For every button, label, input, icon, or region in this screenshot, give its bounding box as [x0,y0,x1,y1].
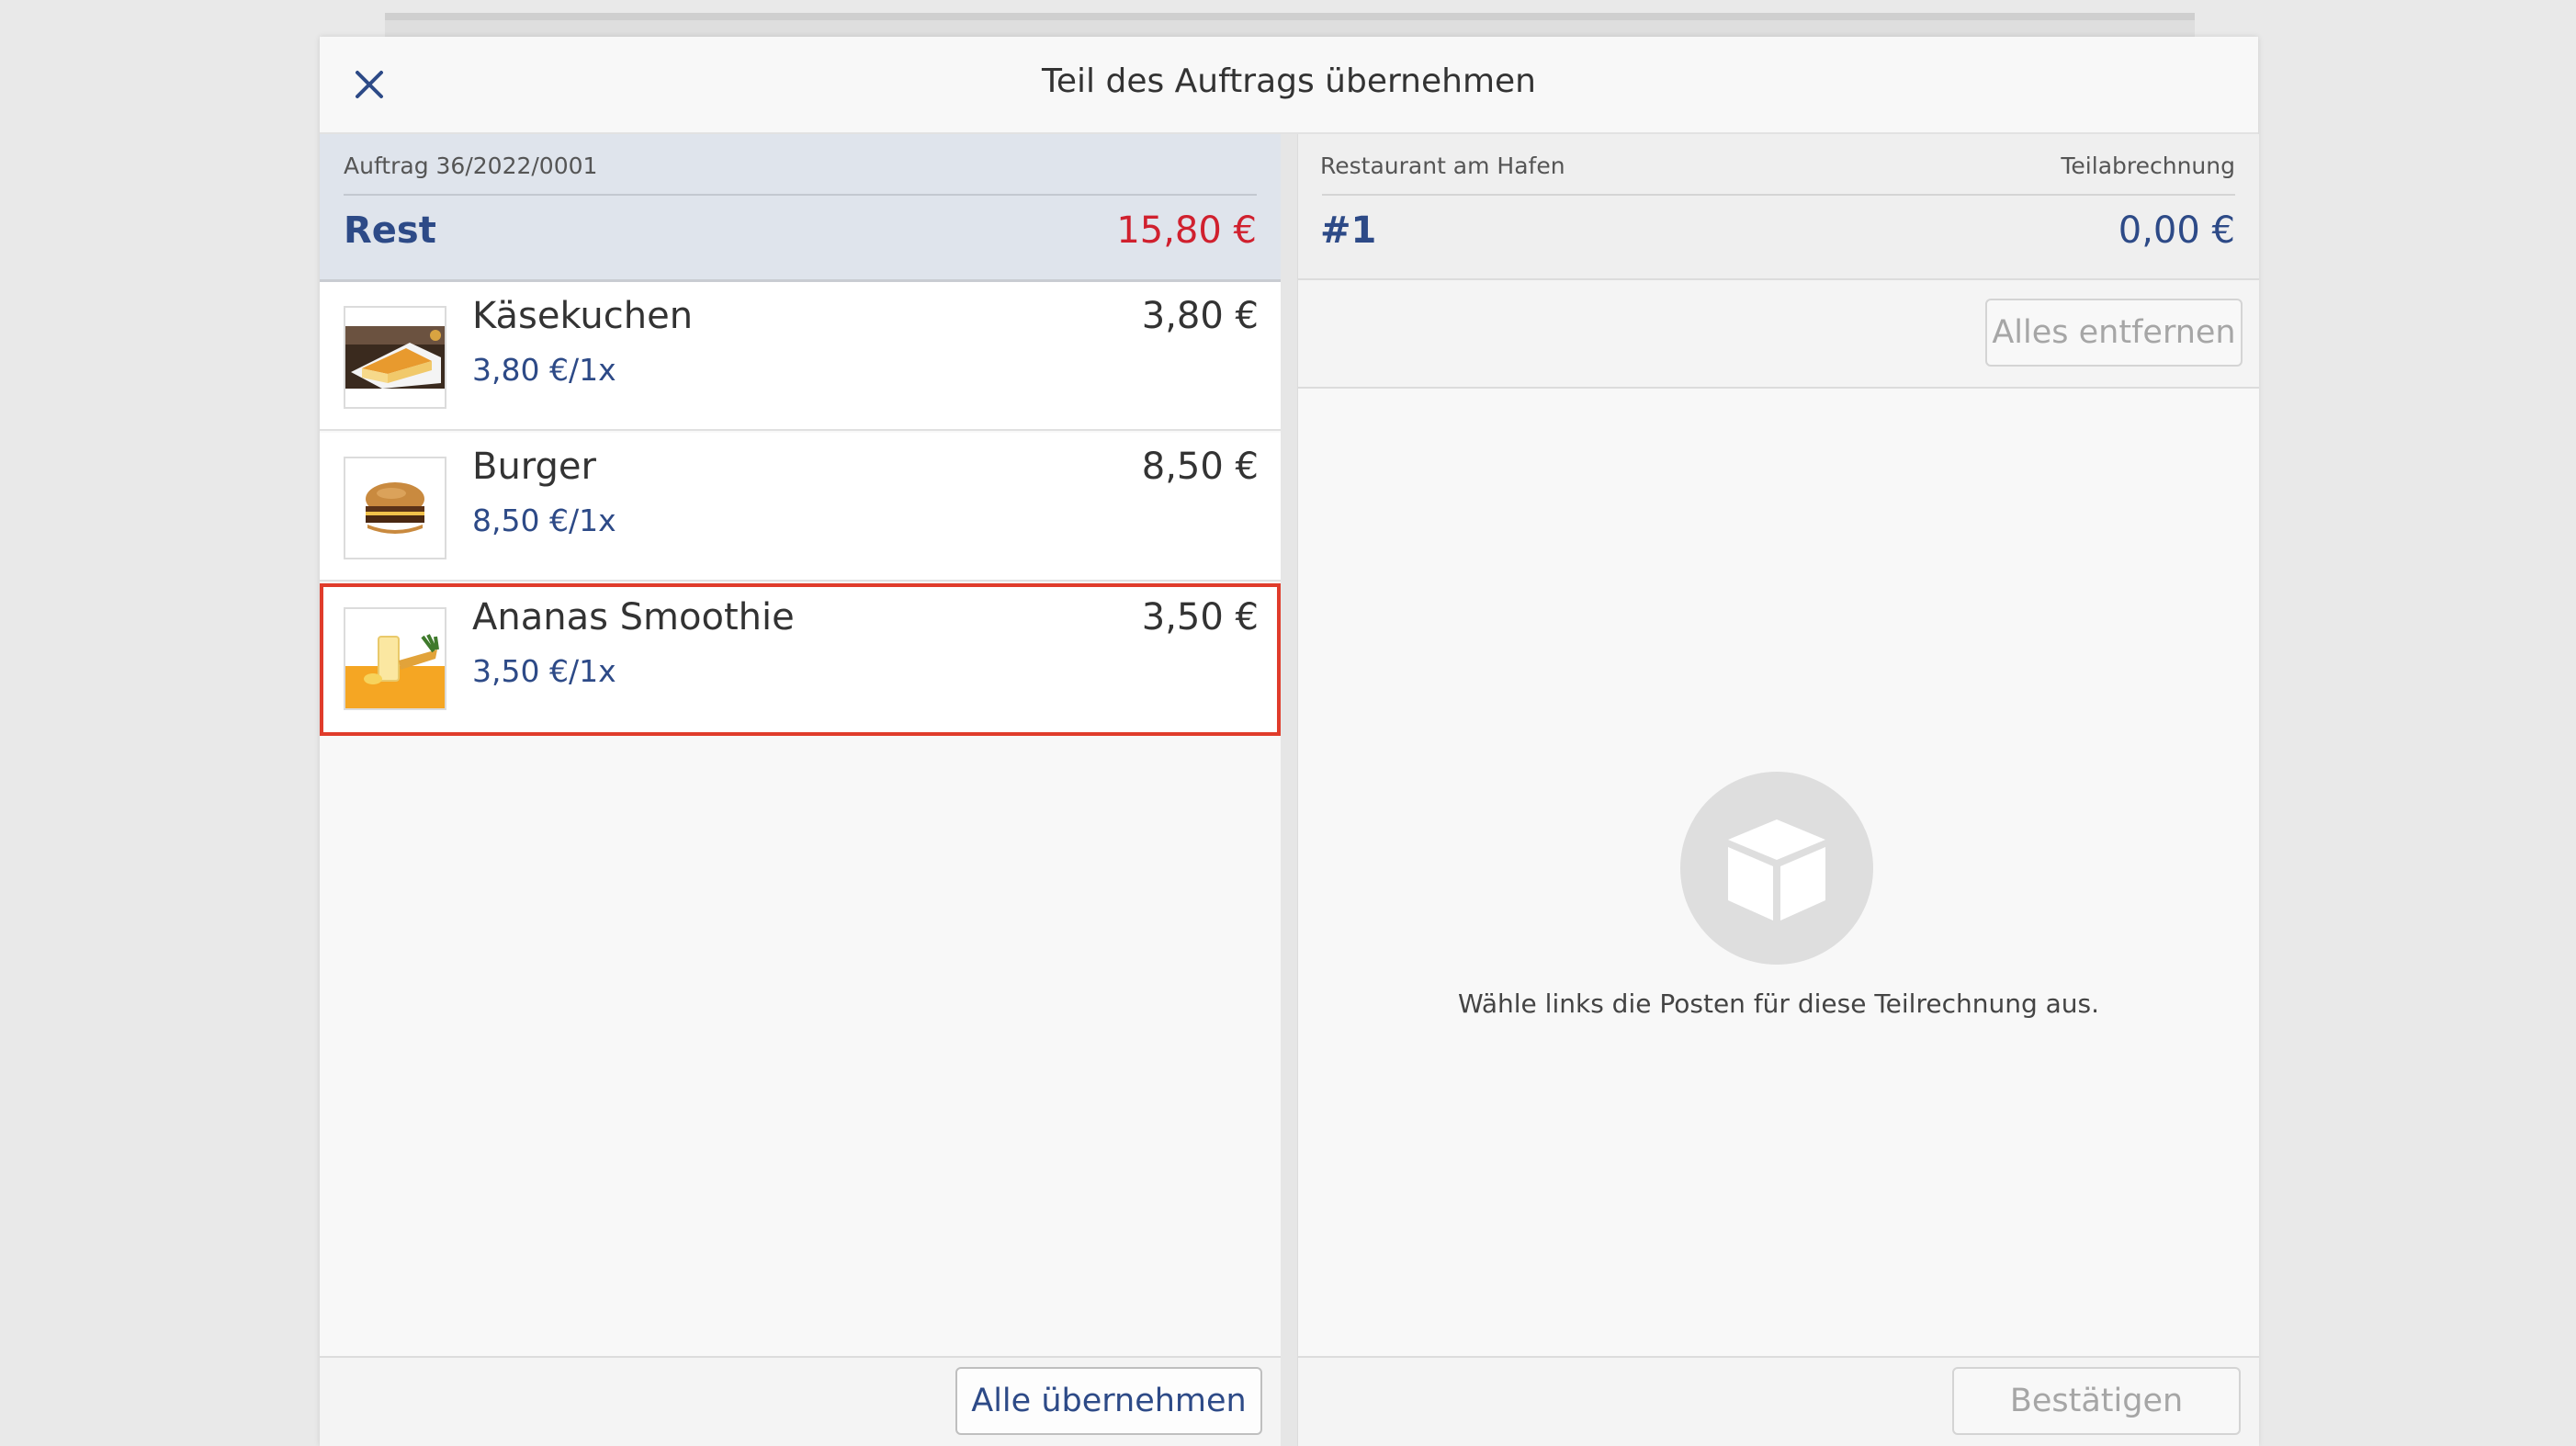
dialog-title: Teil des Auftrags übernehmen [1042,62,1536,100]
item-price: 8,50 € [1141,446,1259,488]
bill-amount: 0,00 € [2118,209,2235,252]
header-divider [1322,194,2235,196]
partial-bill-footer: Bestätigen [1298,1356,2259,1446]
order-number: Auftrag 36/2022/0001 [344,153,598,179]
order-items-footer: Alle übernehmen [320,1356,1281,1446]
remove-all-button[interactable]: Alles entfernen [1985,299,2243,367]
order-item-burger[interactable]: Burger 8,50 €/1x 8,50 € [320,433,1281,582]
rest-amount: 15,80 € [1116,209,1257,252]
restaurant-name: Restaurant am Hafen [1320,153,1565,179]
dialog-header: Teil des Auftrags übernehmen [320,37,2258,134]
item-name: Burger [472,446,596,488]
order-item-kaesekuchen[interactable]: Käsekuchen 3,80 €/1x 3,80 € [320,282,1281,431]
order-item-ananas-smoothie[interactable]: Ananas Smoothie 3,50 €/1x 3,50 € [320,583,1281,736]
empty-state-message: Wähle links die Posten für diese Teilrec… [1457,988,2100,1019]
split-order-dialog: Teil des Auftrags übernehmen Auftrag 36/… [320,37,2259,1446]
item-name: Käsekuchen [472,295,694,337]
burger-image [344,457,446,559]
bill-number: #1 [1320,209,1377,252]
item-name: Ananas Smoothie [472,596,795,638]
rest-label: Rest [344,209,436,252]
item-price: 3,80 € [1141,295,1259,337]
partial-bill-pane: Restaurant am Hafen Teilabrechnung #1 0,… [1297,134,2259,1446]
item-unit-price: 8,50 €/1x [472,503,616,538]
pane-divider [1281,134,1297,1446]
header-divider [344,194,1257,196]
bill-type-label: Teilabrechnung [2061,153,2235,179]
item-unit-price: 3,50 €/1x [472,653,616,689]
partial-bill-header: Restaurant am Hafen Teilabrechnung #1 0,… [1298,134,2259,280]
confirm-button[interactable]: Bestätigen [1952,1367,2241,1435]
item-price: 3,50 € [1141,596,1259,638]
empty-state-illustration [1680,772,1873,965]
smoothie-image [344,607,446,710]
take-all-button[interactable]: Alle übernehmen [955,1367,1262,1435]
item-unit-price: 3,80 €/1x [472,352,616,388]
order-items-pane: Auftrag 36/2022/0001 Rest 15,80 € Käseku… [320,134,1282,1446]
order-summary-header: Auftrag 36/2022/0001 Rest 15,80 € [320,134,1281,282]
cheesecake-image [344,306,446,409]
box-icon [1728,819,1825,921]
partial-bill-toolbar: Alles entfernen [1298,280,2259,389]
